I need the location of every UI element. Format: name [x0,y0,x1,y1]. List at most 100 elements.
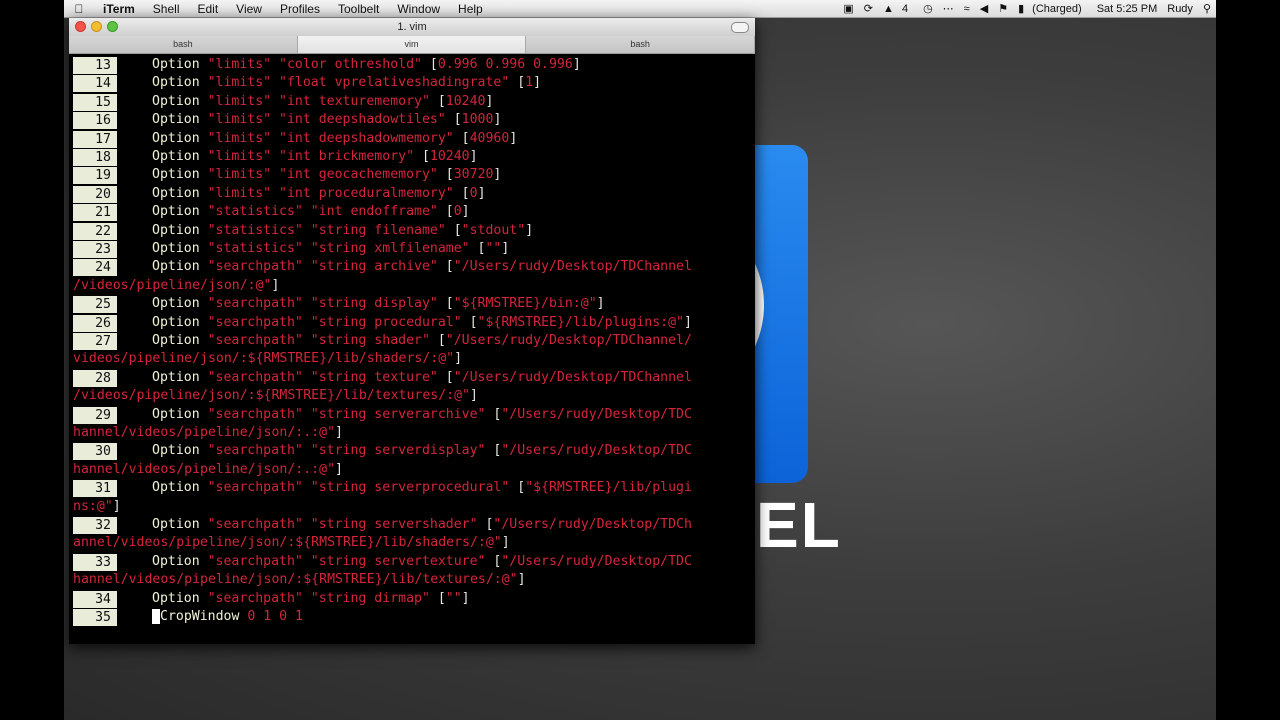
line-number: 29 [73,406,117,424]
vim-string: 30720 [453,167,494,183]
vim-string: 10240 [429,149,470,164]
vim-string: 0.996 0.996 0.996 [437,57,573,72]
minimize-button[interactable] [91,21,102,32]
tab-bash-2[interactable]: bash [526,36,756,53]
vim-bracket: ] [501,241,510,256]
toolbar-toggle-button[interactable] [731,22,749,33]
vim-string: hannel/videos/pipeline/json/:${RMSTREE}/… [73,572,518,588]
battery-status: (Charged) [1032,3,1082,15]
vim-line: 19 Option "limits" "int geocachememory" [… [73,166,502,185]
line-number: 24 [73,259,117,277]
battery-icon[interactable]: ▮ (Charged) [1018,2,1087,15]
menu-profiles[interactable]: Profiles [271,2,329,16]
vim-string: "/Users/rudy/Desktop/TDC [501,406,692,422]
vim-bracket: ] [501,535,510,551]
vim-keyword: Option [152,75,208,91]
menu-edit[interactable]: Edit [188,2,227,16]
apple-icon[interactable]:  [64,2,94,16]
wifi-icon[interactable]: ≈ [964,3,970,15]
vim-string: 10240 [445,93,486,109]
vim-string: "/Users/rudy/Desktop/TDChannel [453,259,692,275]
vim-keyword: Option [152,480,208,496]
line-number: 16 [73,112,117,130]
vim-string: 40960 [469,130,510,146]
vim-bracket: ] [335,461,343,477]
menu-iterm[interactable]: iTerm [94,2,144,16]
vim-bracket: ] [493,167,502,183]
vim-line: 18 Option "limits" "int brickmemory" [102… [73,148,478,166]
line-number: 13 [73,57,117,74]
vim-line: 26 Option "searchpath" "string procedural… [73,314,692,332]
camera-icon[interactable]: ▣ [843,2,853,15]
vim-line: 32 Option "searchpath" "string servershad… [73,516,692,534]
vim-bracket: ] [596,296,605,312]
tab-vim[interactable]: vim [297,36,527,53]
flag-icon[interactable]: ⚑ [998,2,1008,15]
line-number: 28 [73,369,117,387]
vim-string: "statistics" "string xmlfilename" [207,241,478,256]
vim-keyword: Option [152,222,208,238]
clock[interactable]: Sat 5:25 PM [1097,3,1158,15]
adobe-icon[interactable]: ▲ 4 [883,3,913,15]
menu-toolbelt[interactable]: Toolbelt [329,2,388,16]
terminal-content[interactable]: 13 Option "limits" "color othreshold" [0.… [69,54,755,644]
vim-string: hannel/videos/pipeline/json/:.:@" [73,461,336,477]
vim-string: 1000 [461,112,494,128]
vim-keyword: Option [152,167,208,183]
vim-keyword: Option [152,149,208,164]
line-number: 35 [73,609,117,626]
vim-bracket: [ [453,112,462,128]
tab-bash-1[interactable]: bash [69,36,298,53]
line-number: 17 [73,130,117,148]
vim-string: "" [485,241,502,256]
line-number: 21 [73,204,117,222]
vim-line: 20 Option "limits" "int proceduralmemory"… [73,185,486,203]
vim-line: 15 Option "limits" "int texturememory" [1… [73,93,493,111]
vim-string: "limits" "int deepshadowtiles" [207,112,454,128]
vim-line: 22 Option "statistics" "string filename" … [73,222,533,240]
menu-shell[interactable]: Shell [144,2,189,16]
iterm-window[interactable]: 1. vim bash vim bash 13 Option "limits" "… [69,18,756,644]
vim-line: 23 Option "statistics" "string xmlfilenam… [73,240,509,258]
vim-bracket: [ [517,75,526,91]
vim-line: hannel/videos/pipeline/json/:.:@"] [73,424,343,442]
vim-string: "searchpath" "string serverprocedural" [207,480,518,496]
menu-help[interactable]: Help [449,2,492,16]
vim-bracket: ] [572,57,581,72]
window-title: 1. vim [397,21,427,33]
sync-icon[interactable]: ⟳ [864,2,873,15]
vim-bracket: ] [683,314,692,330]
menu-bar:  iTerm Shell Edit View Profiles Toolbel… [64,0,1216,18]
vim-string: "limits" "int brickmemory" [207,149,422,164]
vim-keyword: Option [152,204,208,220]
vim-keyword: Option [152,369,208,385]
traffic-lights [75,21,123,32]
volume-icon[interactable]: ◀ [980,2,988,15]
zoom-button[interactable] [107,21,118,32]
more-icon[interactable]: ⋯ [943,2,954,15]
line-number: 27 [73,333,117,350]
vim-bracket: [ [437,333,446,348]
vim-string: "${RMSTREE}/lib/plugi [525,480,692,496]
vim-bracket: [ [517,480,526,496]
menu-view[interactable]: View [227,2,271,16]
vim-line: /videos/pipeline/json/:${RMSTREE}/lib/te… [73,387,478,405]
vim-line: 33 Option "searchpath" "string servertext… [73,553,692,571]
vim-bracket: [ [445,369,454,385]
vim-bracket: [ [429,57,438,72]
line-number: 23 [73,241,117,258]
time-machine-icon[interactable]: ◷ [923,2,933,15]
vim-line: 17 Option "limits" "int deepshadowmemory"… [73,130,517,148]
status-area: ▣ ⟳ ▲ 4 ◷ ⋯ ≈ ◀ ⚑ ▮ (Charged) Sat 5:25 P… [838,0,1216,17]
user-name[interactable]: Rudy [1167,3,1193,15]
menu-window[interactable]: Window [388,2,449,16]
vim-line: 28 Option "searchpath" "string texture" [… [73,369,692,387]
line-number: 26 [73,314,117,332]
vim-line: 35 CropWindow 0 1 0 1 [73,608,303,626]
spotlight-icon[interactable]: ⚲ [1203,2,1211,15]
vim-line: 31 Option "searchpath" "string serverproc… [73,479,692,498]
background-logo-letters: EL [756,489,842,561]
window-titlebar[interactable]: 1. vim [69,18,755,36]
close-button[interactable] [75,21,86,32]
vim-keyword: Option [152,241,208,256]
